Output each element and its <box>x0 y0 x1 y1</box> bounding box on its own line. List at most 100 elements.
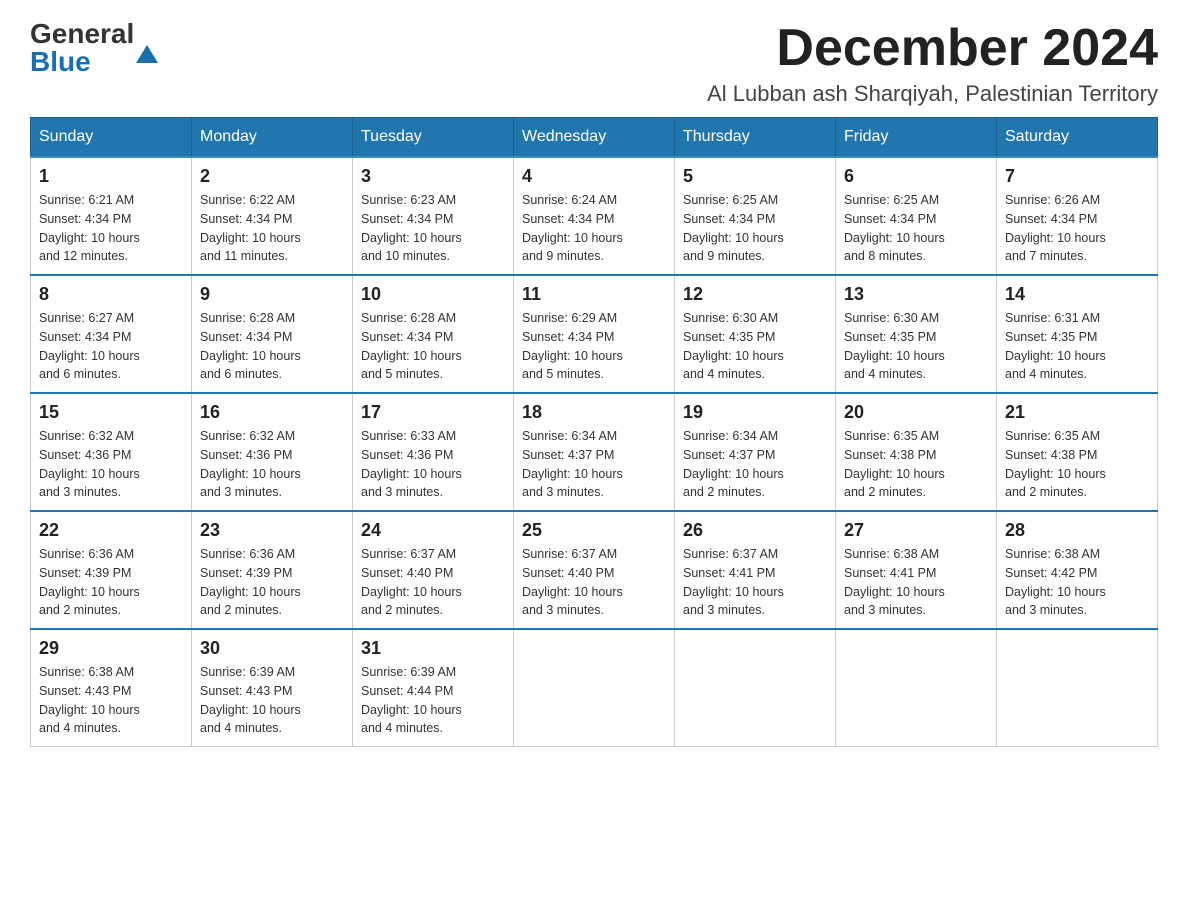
day-info: Sunrise: 6:22 AMSunset: 4:34 PMDaylight:… <box>200 191 344 266</box>
header-monday: Monday <box>192 118 353 158</box>
day-number: 5 <box>683 166 827 187</box>
header-tuesday: Tuesday <box>353 118 514 158</box>
day-info: Sunrise: 6:39 AMSunset: 4:43 PMDaylight:… <box>200 663 344 738</box>
day-info: Sunrise: 6:32 AMSunset: 4:36 PMDaylight:… <box>39 427 183 502</box>
day-info: Sunrise: 6:34 AMSunset: 4:37 PMDaylight:… <box>683 427 827 502</box>
header-thursday: Thursday <box>675 118 836 158</box>
day-info: Sunrise: 6:37 AMSunset: 4:40 PMDaylight:… <box>522 545 666 620</box>
day-number: 16 <box>200 402 344 423</box>
day-info: Sunrise: 6:34 AMSunset: 4:37 PMDaylight:… <box>522 427 666 502</box>
header-sunday: Sunday <box>31 118 192 158</box>
calendar-cell: 7 Sunrise: 6:26 AMSunset: 4:34 PMDaylight… <box>997 157 1158 275</box>
calendar-cell: 30Sunrise: 6:39 AMSunset: 4:43 PMDayligh… <box>192 629 353 747</box>
logo-blue-text: Blue <box>30 46 91 77</box>
day-number: 4 <box>522 166 666 187</box>
day-number: 12 <box>683 284 827 305</box>
day-number: 9 <box>200 284 344 305</box>
day-info: Sunrise: 6:26 AMSunset: 4:34 PMDaylight:… <box>1005 191 1149 266</box>
day-info: Sunrise: 6:21 AMSunset: 4:34 PMDaylight:… <box>39 191 183 266</box>
calendar-table: SundayMondayTuesdayWednesdayThursdayFrid… <box>30 117 1158 747</box>
calendar-cell <box>836 629 997 747</box>
day-info: Sunrise: 6:28 AMSunset: 4:34 PMDaylight:… <box>200 309 344 384</box>
day-info: Sunrise: 6:35 AMSunset: 4:38 PMDaylight:… <box>1005 427 1149 502</box>
day-number: 11 <box>522 284 666 305</box>
calendar-cell: 14 Sunrise: 6:31 AMSunset: 4:35 PMDayligh… <box>997 275 1158 393</box>
calendar-cell: 5 Sunrise: 6:25 AMSunset: 4:34 PMDaylight… <box>675 157 836 275</box>
day-number: 14 <box>1005 284 1149 305</box>
month-title: December 2024 <box>707 20 1158 77</box>
calendar-cell: 6Sunrise: 6:25 AMSunset: 4:34 PMDaylight… <box>836 157 997 275</box>
day-info: Sunrise: 6:37 AMSunset: 4:40 PMDaylight:… <box>361 545 505 620</box>
page-header: General Blue December 2024 Al Lubban ash… <box>30 20 1158 107</box>
calendar-cell <box>514 629 675 747</box>
day-number: 26 <box>683 520 827 541</box>
calendar-cell: 13 Sunrise: 6:30 AMSunset: 4:35 PMDayligh… <box>836 275 997 393</box>
day-info: Sunrise: 6:36 AMSunset: 4:39 PMDaylight:… <box>39 545 183 620</box>
day-number: 22 <box>39 520 183 541</box>
day-info: Sunrise: 6:29 AMSunset: 4:34 PMDaylight:… <box>522 309 666 384</box>
day-info: Sunrise: 6:38 AMSunset: 4:41 PMDaylight:… <box>844 545 988 620</box>
calendar-cell: 22 Sunrise: 6:36 AMSunset: 4:39 PMDayligh… <box>31 511 192 629</box>
calendar-cell: 18 Sunrise: 6:34 AMSunset: 4:37 PMDayligh… <box>514 393 675 511</box>
day-info: Sunrise: 6:36 AMSunset: 4:39 PMDaylight:… <box>200 545 344 620</box>
calendar-header-row: SundayMondayTuesdayWednesdayThursdayFrid… <box>31 118 1158 158</box>
day-number: 21 <box>1005 402 1149 423</box>
day-info: Sunrise: 6:33 AMSunset: 4:36 PMDaylight:… <box>361 427 505 502</box>
title-area: December 2024 Al Lubban ash Sharqiyah, P… <box>707 20 1158 107</box>
location-title: Al Lubban ash Sharqiyah, Palestinian Ter… <box>707 81 1158 107</box>
day-info: Sunrise: 6:30 AMSunset: 4:35 PMDaylight:… <box>844 309 988 384</box>
calendar-week-row: 8Sunrise: 6:27 AMSunset: 4:34 PMDaylight… <box>31 275 1158 393</box>
day-info: Sunrise: 6:37 AMSunset: 4:41 PMDaylight:… <box>683 545 827 620</box>
calendar-cell: 2 Sunrise: 6:22 AMSunset: 4:34 PMDaylight… <box>192 157 353 275</box>
day-number: 10 <box>361 284 505 305</box>
day-number: 24 <box>361 520 505 541</box>
day-number: 7 <box>1005 166 1149 187</box>
day-info: Sunrise: 6:39 AMSunset: 4:44 PMDaylight:… <box>361 663 505 738</box>
calendar-cell: 25 Sunrise: 6:37 AMSunset: 4:40 PMDayligh… <box>514 511 675 629</box>
calendar-cell: 23 Sunrise: 6:36 AMSunset: 4:39 PMDayligh… <box>192 511 353 629</box>
day-number: 23 <box>200 520 344 541</box>
day-number: 1 <box>39 166 183 187</box>
day-number: 18 <box>522 402 666 423</box>
calendar-cell: 3 Sunrise: 6:23 AMSunset: 4:34 PMDaylight… <box>353 157 514 275</box>
day-number: 15 <box>39 402 183 423</box>
day-number: 3 <box>361 166 505 187</box>
calendar-week-row: 29 Sunrise: 6:38 AMSunset: 4:43 PMDayligh… <box>31 629 1158 747</box>
calendar-cell: 27 Sunrise: 6:38 AMSunset: 4:41 PMDayligh… <box>836 511 997 629</box>
day-info: Sunrise: 6:28 AMSunset: 4:34 PMDaylight:… <box>361 309 505 384</box>
day-number: 20 <box>844 402 988 423</box>
calendar-cell: 21 Sunrise: 6:35 AMSunset: 4:38 PMDayligh… <box>997 393 1158 511</box>
calendar-cell: 31 Sunrise: 6:39 AMSunset: 4:44 PMDayligh… <box>353 629 514 747</box>
day-number: 31 <box>361 638 505 659</box>
day-number: 19 <box>683 402 827 423</box>
day-info: Sunrise: 6:27 AMSunset: 4:34 PMDaylight:… <box>39 309 183 384</box>
day-info: Sunrise: 6:38 AMSunset: 4:43 PMDaylight:… <box>39 663 183 738</box>
calendar-cell: 26 Sunrise: 6:37 AMSunset: 4:41 PMDayligh… <box>675 511 836 629</box>
day-info: Sunrise: 6:25 AMSunset: 4:34 PMDaylight:… <box>844 191 988 266</box>
day-number: 13 <box>844 284 988 305</box>
day-number: 27 <box>844 520 988 541</box>
calendar-cell: 15 Sunrise: 6:32 AMSunset: 4:36 PMDayligh… <box>31 393 192 511</box>
day-number: 2 <box>200 166 344 187</box>
calendar-cell: 12Sunrise: 6:30 AMSunset: 4:35 PMDayligh… <box>675 275 836 393</box>
day-info: Sunrise: 6:25 AMSunset: 4:34 PMDaylight:… <box>683 191 827 266</box>
calendar-cell: 1 Sunrise: 6:21 AMSunset: 4:34 PMDaylight… <box>31 157 192 275</box>
calendar-cell: 17 Sunrise: 6:33 AMSunset: 4:36 PMDayligh… <box>353 393 514 511</box>
calendar-cell: 28Sunrise: 6:38 AMSunset: 4:42 PMDayligh… <box>997 511 1158 629</box>
day-info: Sunrise: 6:38 AMSunset: 4:42 PMDaylight:… <box>1005 545 1149 620</box>
calendar-cell: 11 Sunrise: 6:29 AMSunset: 4:34 PMDayligh… <box>514 275 675 393</box>
calendar-cell: 24 Sunrise: 6:37 AMSunset: 4:40 PMDayligh… <box>353 511 514 629</box>
calendar-cell: 29 Sunrise: 6:38 AMSunset: 4:43 PMDayligh… <box>31 629 192 747</box>
day-info: Sunrise: 6:31 AMSunset: 4:35 PMDaylight:… <box>1005 309 1149 384</box>
header-wednesday: Wednesday <box>514 118 675 158</box>
day-number: 25 <box>522 520 666 541</box>
day-info: Sunrise: 6:23 AMSunset: 4:34 PMDaylight:… <box>361 191 505 266</box>
calendar-cell: 4 Sunrise: 6:24 AMSunset: 4:34 PMDaylight… <box>514 157 675 275</box>
day-info: Sunrise: 6:24 AMSunset: 4:34 PMDaylight:… <box>522 191 666 266</box>
calendar-week-row: 15 Sunrise: 6:32 AMSunset: 4:36 PMDayligh… <box>31 393 1158 511</box>
calendar-week-row: 1 Sunrise: 6:21 AMSunset: 4:34 PMDaylight… <box>31 157 1158 275</box>
calendar-cell: 19 Sunrise: 6:34 AMSunset: 4:37 PMDayligh… <box>675 393 836 511</box>
day-number: 17 <box>361 402 505 423</box>
day-number: 29 <box>39 638 183 659</box>
calendar-cell: 9 Sunrise: 6:28 AMSunset: 4:34 PMDaylight… <box>192 275 353 393</box>
